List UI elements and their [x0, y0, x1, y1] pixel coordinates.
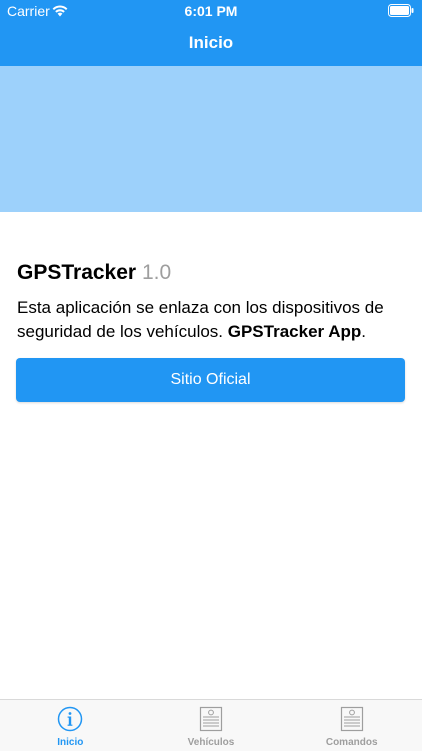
tab-vehiculos[interactable]: Vehículos — [141, 700, 282, 751]
battery-icon — [388, 4, 414, 17]
document-icon — [199, 706, 223, 732]
tab-label-inicio: Inicio — [57, 737, 84, 748]
tab-comandos[interactable]: Comandos — [281, 700, 422, 751]
tab-bar: Inicio Vehículos Comandos — [0, 699, 422, 751]
description-end: . — [361, 322, 367, 341]
tab-label-comandos: Comandos — [325, 737, 378, 748]
tab-inicio[interactable]: Inicio — [0, 700, 141, 751]
app-title: GPSTracker 1.0 — [17, 261, 171, 285]
app-version: 1.0 — [141, 261, 172, 284]
banner-image — [0, 66, 422, 212]
header: Carrier 6:01 PM Inicio — [0, 0, 422, 66]
app-description: Esta aplicación se enlaza con los dispos… — [17, 296, 407, 344]
tab-label-vehiculos: Vehículos — [187, 737, 235, 748]
status-time: 6:01 PM — [184, 3, 238, 19]
app-name: GPSTracker — [17, 261, 137, 284]
status-bar: Carrier 6:01 PM — [0, 0, 422, 22]
description-app-name: GPSTracker App — [227, 322, 362, 341]
page-title: Inicio — [188, 33, 234, 52]
document-icon — [340, 706, 363, 732]
info-icon — [58, 706, 83, 732]
official-site-button[interactable]: Sitio Oficial — [16, 358, 405, 402]
